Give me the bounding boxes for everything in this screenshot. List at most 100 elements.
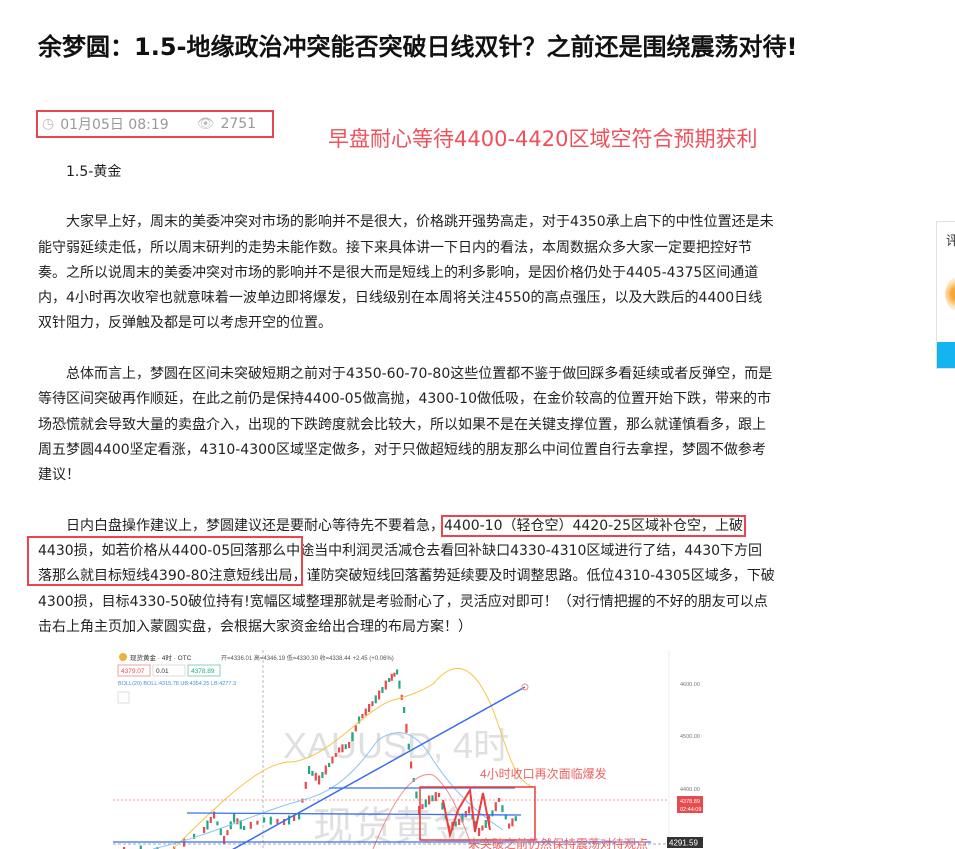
candle [328, 763, 331, 767]
candle [263, 817, 266, 823]
highlighted-advice: 4400-10（轻仓空）4420-25区域补仓空，上破 [441, 514, 746, 537]
annotation-top: 4小时收口再次面临爆发 [480, 766, 607, 781]
candle [504, 815, 507, 820]
paragraph-3-lead: 日内白盘操作建议上，梦圆建议还是要耐心等待先不要着急， [66, 517, 444, 534]
candle [304, 781, 307, 789]
candle [203, 827, 206, 833]
candle [344, 744, 347, 750]
candle [481, 825, 484, 831]
candle [334, 753, 337, 757]
candle [243, 826, 246, 830]
collapse-button[interactable] [117, 691, 130, 704]
price-tick: 4400.00 [680, 787, 700, 793]
candle [331, 756, 334, 764]
candle [431, 795, 434, 802]
price-tick: 4500.00 [680, 734, 700, 740]
candle [511, 818, 514, 827]
qty-value: 0.01 [156, 668, 169, 675]
article-body: 1.5-黄金 大家早上好，周末的美委冲突对市场的影响并不是很大，价格跳开强势高走… [38, 160, 776, 666]
candle [378, 690, 381, 700]
candle [374, 695, 377, 704]
candle [351, 732, 354, 742]
candle [424, 799, 427, 808]
candle [428, 795, 431, 805]
candle [233, 813, 236, 823]
crosshair-price: 4291.59 [669, 839, 698, 848]
candle [269, 816, 272, 825]
candle [364, 708, 367, 716]
candle [236, 818, 239, 825]
candle [514, 816, 517, 822]
candle [396, 669, 399, 675]
candle [308, 766, 311, 774]
candle [393, 672, 396, 677]
candle [318, 775, 321, 785]
candle [193, 833, 196, 839]
candle [434, 792, 437, 802]
side-widget-label: 评 [946, 234, 955, 249]
candle [381, 687, 384, 693]
view-count: 2751 [220, 116, 257, 132]
gold-icon [119, 653, 127, 661]
candle [478, 828, 481, 836]
candle [209, 817, 212, 823]
candle [498, 798, 501, 802]
side-widget[interactable]: 评 [936, 221, 955, 369]
candle [249, 821, 252, 829]
candle [311, 770, 314, 776]
candle [206, 820, 209, 830]
current-price: 4378.89 [680, 799, 700, 805]
chart-symbol: 现货黄金 · 4时 · OTC [130, 653, 192, 662]
candle [458, 819, 461, 825]
candle [415, 791, 418, 799]
candle [398, 680, 401, 689]
red-annotation: 早盘耐心等待4400-4420区域空符合预期获利 [328, 127, 758, 151]
price-tick: 4600.00 [680, 682, 700, 688]
chart-ohlc: 开=4336.01 高=4346.19 低=4330.30 收=4338.44 … [221, 654, 394, 662]
article-meta: ◷ 01月05日 08:19 👁 2751 [36, 110, 274, 138]
candle [501, 805, 504, 813]
publish-date: 01月05日 08:19 [60, 117, 169, 133]
candle [354, 725, 357, 732]
candle [361, 714, 364, 718]
candle [421, 804, 424, 810]
candle [321, 772, 324, 778]
candle [256, 820, 259, 825]
widget-button[interactable] [937, 342, 955, 368]
candle [341, 744, 344, 753]
candle [216, 821, 219, 826]
chart-image: XAUUSD, 4时 现货黄金 4小时收口再次面临爆发 未突破之前仍然保持震荡对… [113, 650, 703, 849]
article-subtitle: 1.5-黄金 [66, 164, 122, 180]
candle [223, 836, 226, 844]
candle [348, 742, 351, 748]
candle [390, 673, 393, 681]
candle [438, 793, 441, 797]
candle [368, 704, 371, 712]
eye-icon: 👁 [196, 116, 215, 132]
buy-price: 4378.89 [191, 668, 215, 675]
candle [324, 765, 327, 775]
sell-price: 4379.07 [121, 668, 145, 675]
paragraph-1: 大家早上好，周末的美委冲突对市场的影响并不是很大，价格跳开强势高走，对于4350… [38, 214, 774, 332]
candle [388, 678, 391, 682]
candle [139, 845, 142, 849]
candle [403, 707, 406, 713]
widget-logo-icon [945, 277, 955, 311]
candle [226, 830, 229, 836]
candle [407, 743, 410, 750]
watermark-symbol: XAUUSD, 4时 [283, 725, 509, 766]
candle [484, 820, 487, 828]
paragraph-2: 总体而言上，梦圆在区间未突破短期之前对于4350-60-70-80这些位置都不鉴… [38, 366, 773, 484]
bar-countdown: 02:44:09 [680, 807, 701, 813]
annotation-bottom: 未突破之前仍然保持震荡对待观点 [468, 836, 648, 849]
boll-readout: BOLL(20) BOLL:4315.78 UB:4354.25 LB:4277… [118, 681, 236, 687]
candle [464, 811, 467, 817]
candle [508, 823, 511, 829]
clock-icon: ◷ [42, 116, 55, 132]
candle [276, 818, 279, 824]
article-title: 余梦圆：1.5-地缘政治冲突能否突破日线双针？之前还是围绕震荡对待! [38, 33, 798, 61]
highlight-box [27, 536, 303, 586]
candle [384, 680, 387, 690]
candle [314, 772, 317, 781]
candle [371, 701, 374, 707]
